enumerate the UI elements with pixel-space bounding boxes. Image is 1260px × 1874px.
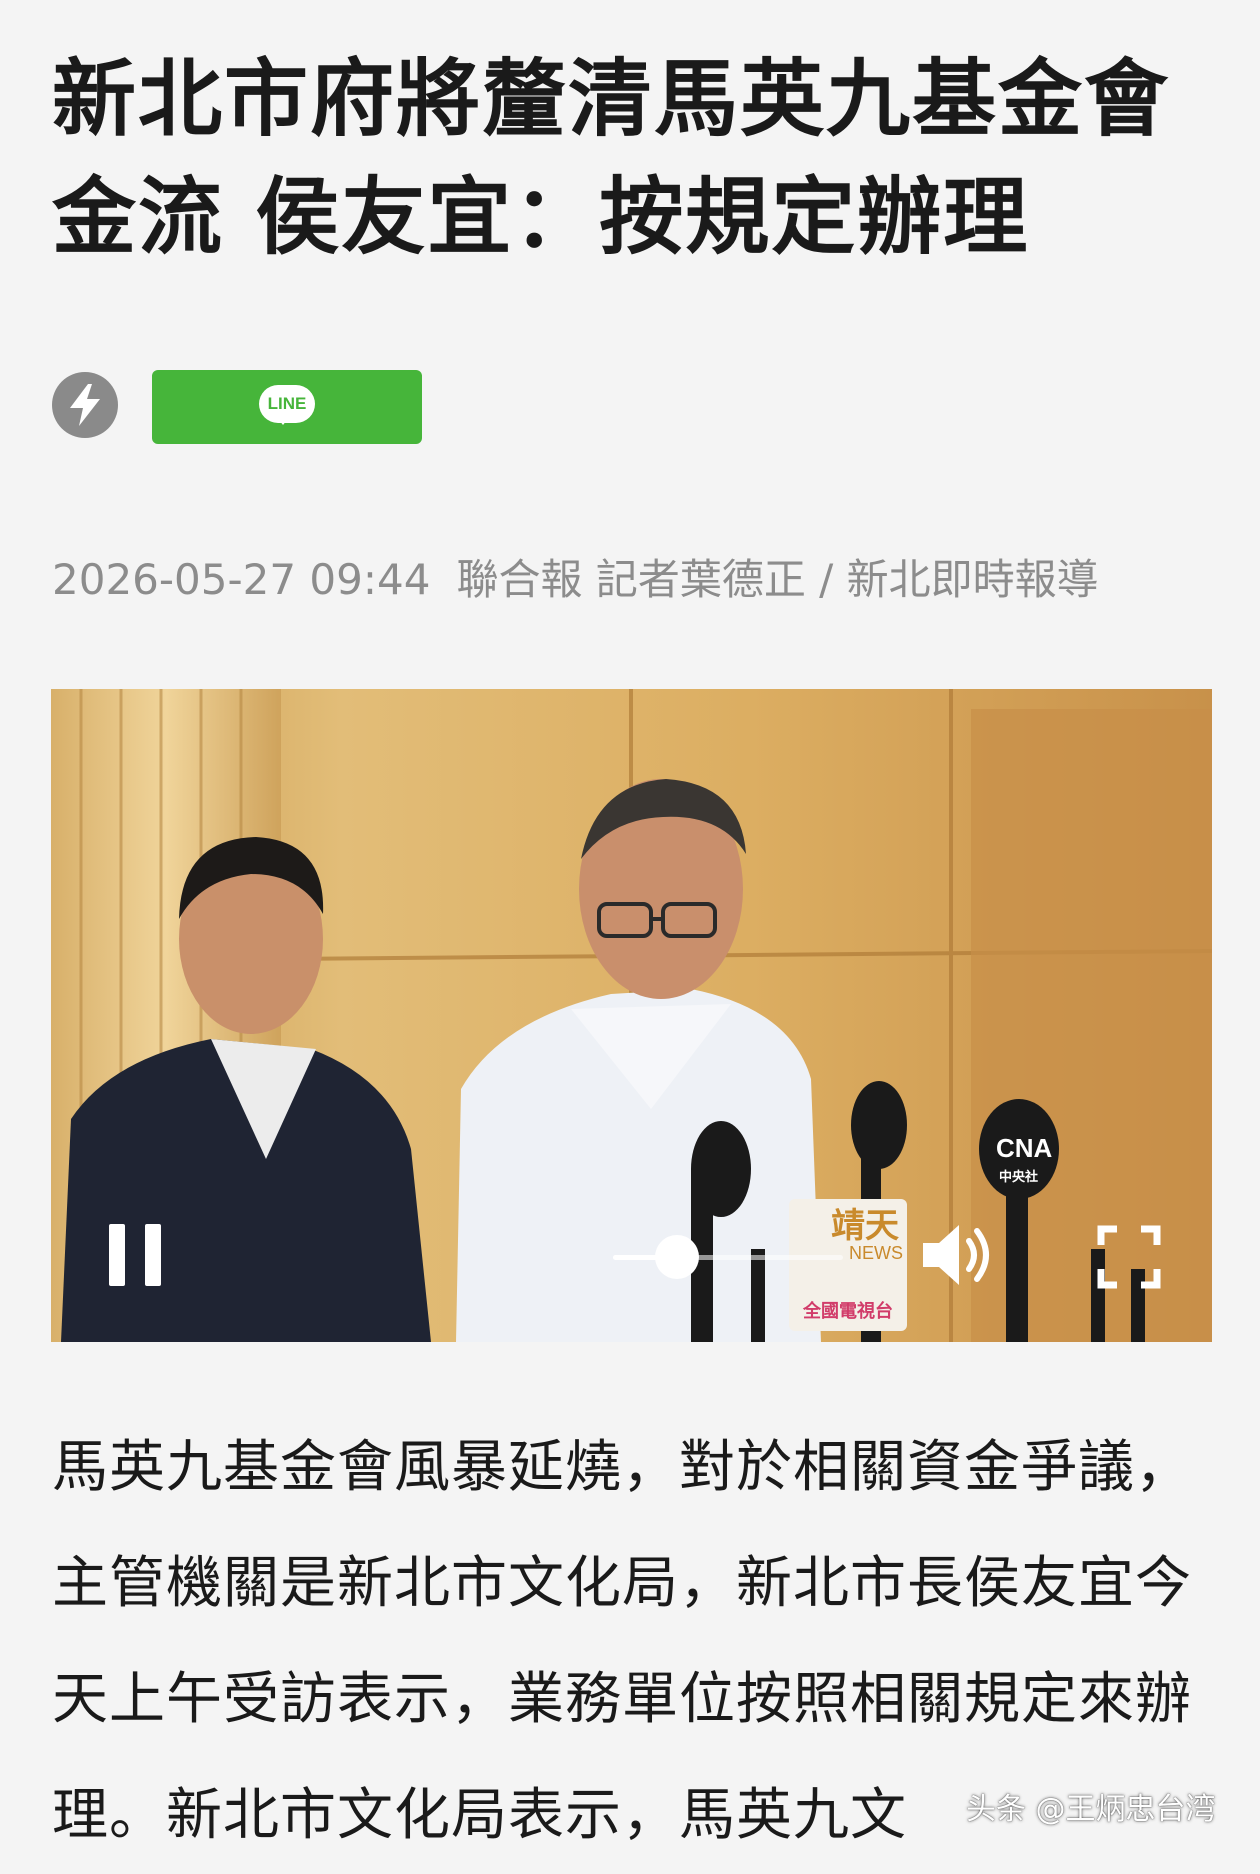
cna-mic-label: CNA [996, 1133, 1053, 1163]
pause-button[interactable] [109, 1224, 163, 1286]
source-watermark: 头条 @王炳忠台湾 [966, 1792, 1216, 1827]
article-meta: 2026-05-27 09:44 聯合報 記者葉德正 / 新北即時報導 [52, 552, 1222, 608]
volume-button[interactable] [919, 1215, 999, 1295]
video-frame: CNA 中央社 靖天 NEWS 全國電視台 [51, 689, 1212, 1342]
cna-mic-sublabel: 中央社 [999, 1169, 1038, 1184]
video-player[interactable]: CNA 中央社 靖天 NEWS 全國電視台 [51, 689, 1212, 1342]
jingtian-mic-en: NEWS [849, 1243, 903, 1263]
byline: 聯合報 記者葉德正 / 新北即時報導 [456, 555, 1099, 604]
pause-icon [109, 1224, 125, 1286]
jingtian-mic-label: 靖天 [831, 1206, 899, 1246]
article-title: 新北市府將釐清馬英九基金會金流 侯友宜：按規定辦理 [52, 50, 1171, 266]
seek-bar[interactable] [613, 1235, 843, 1279]
line-label: LINE [267, 394, 307, 413]
line-logo-icon: LINE [259, 385, 315, 425]
fullscreen-icon [1097, 1225, 1161, 1289]
volume-icon [923, 1225, 989, 1285]
lightning-bolt-icon [70, 384, 100, 426]
fullscreen-button[interactable] [1097, 1225, 1161, 1289]
publish-date: 2026-05-27 09:44 [52, 555, 431, 604]
line-share-button[interactable]: LINE [152, 370, 422, 444]
station-mic-label: 全國電視台 [802, 1300, 893, 1322]
flash-share-button[interactable] [52, 372, 118, 438]
